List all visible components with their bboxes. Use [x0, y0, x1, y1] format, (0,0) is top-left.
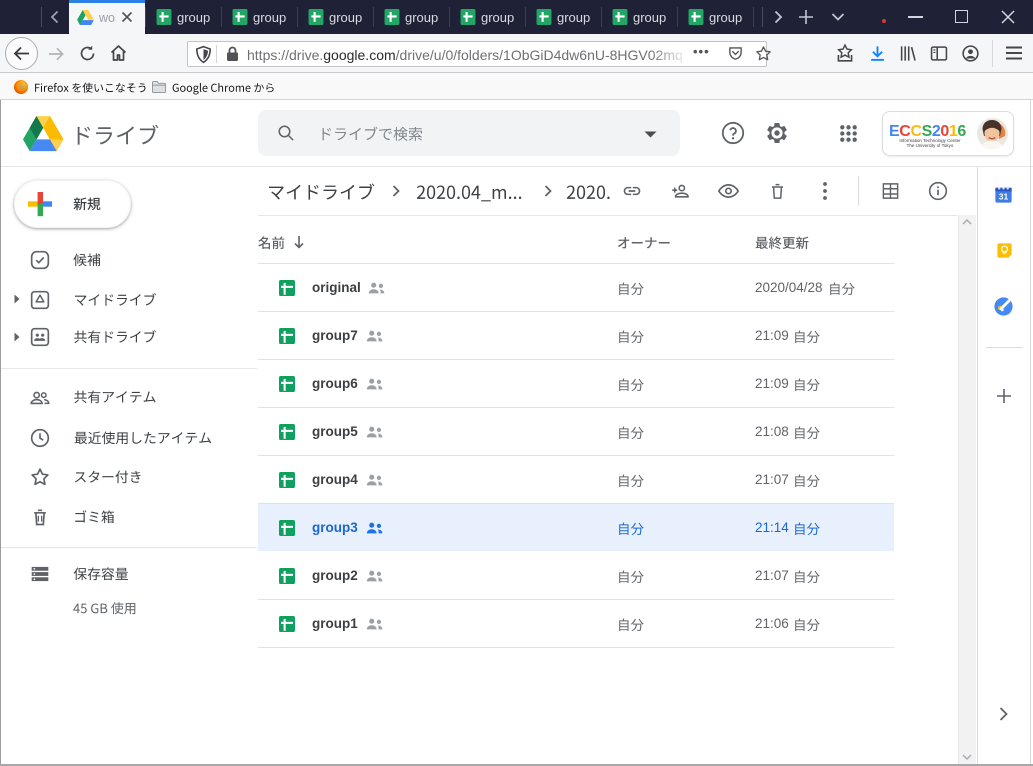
- svg-text:31: 31: [999, 191, 1009, 201]
